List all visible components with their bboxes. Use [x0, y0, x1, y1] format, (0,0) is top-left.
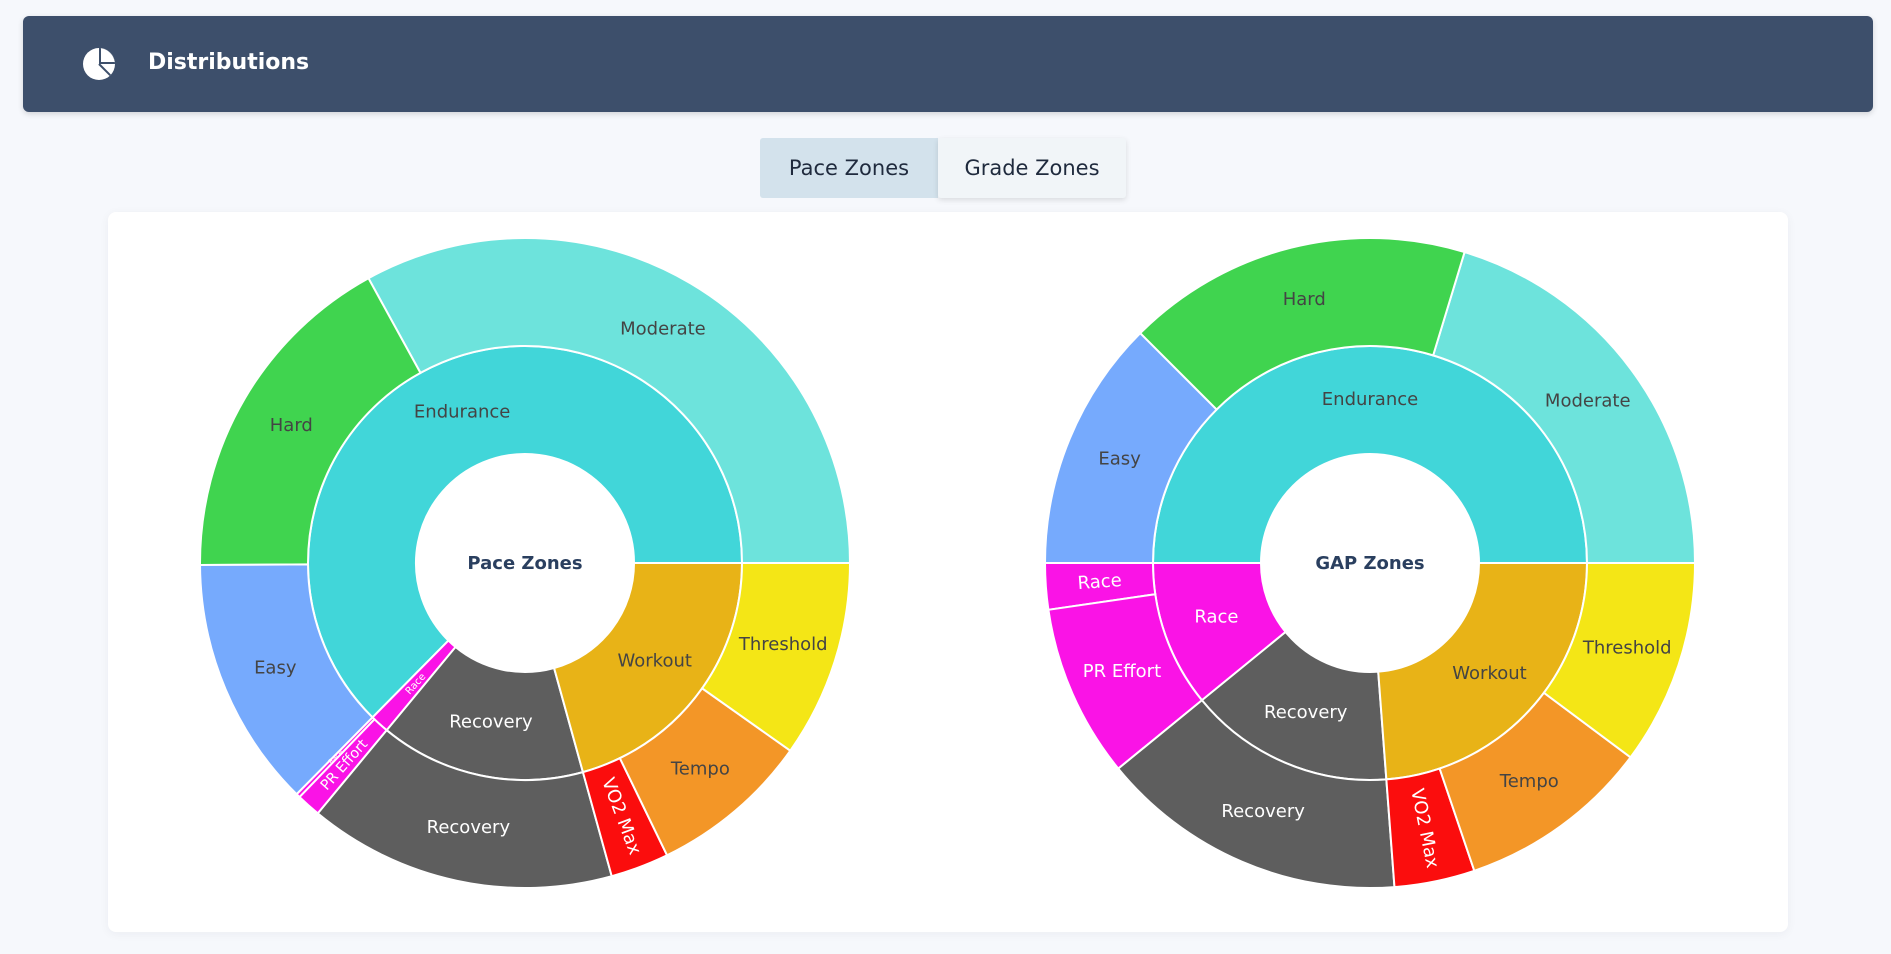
tab-pace-zones[interactable]: Pace Zones [760, 138, 938, 198]
sunburst-center-label: GAP Zones [1315, 553, 1424, 574]
sunburst-gap-zones: Endurance Race Recovery Workout Moderate Hard… [1043, 237, 1697, 889]
segment-label-workout: Workout [618, 651, 692, 672]
sunburst-charts: Endurance Race Recovery Workout Moderate Hard… [198, 237, 1697, 889]
segment-label-workout: Workout [1452, 663, 1526, 684]
segment-label-moderate: Moderate [620, 319, 706, 340]
segment-label-threshold: Threshold [738, 634, 828, 655]
segment-label-recovery: Recovery [449, 711, 533, 732]
segment-label-recovery: Recovery [1221, 801, 1305, 822]
segment-label-endurance: Endurance [414, 402, 510, 423]
page-header: Distributions [23, 16, 1873, 112]
segment-label-hard: Hard [270, 415, 313, 436]
segment-label-endurance: Endurance [1322, 389, 1418, 410]
segment-label-recovery: Recovery [427, 817, 511, 838]
pie-chart-icon [83, 48, 115, 80]
segment-label-pr-effort: PR Effort [1083, 661, 1161, 682]
tab-grade-zones[interactable]: Grade Zones [938, 138, 1126, 198]
segment-label-tempo: Tempo [670, 759, 730, 780]
segment-label-race: Race [1077, 570, 1123, 594]
page-title: Distributions [148, 50, 310, 75]
segment-label-race: Race [1194, 607, 1238, 628]
segment-label-easy: Easy [1098, 448, 1141, 469]
segment-label-easy: Easy [254, 657, 297, 678]
segment-label-moderate: Moderate [1545, 391, 1631, 412]
zone-tabs: Pace Zones Grade Zones [760, 138, 1126, 198]
segment-label-recovery: Recovery [1264, 702, 1348, 723]
segment-label-tempo: Tempo [1499, 771, 1559, 792]
chart-card: Endurance Race Recovery Workout Moderate Hard… [108, 212, 1788, 932]
segment-label-threshold: Threshold [1582, 637, 1672, 658]
sunburst-center-label: Pace Zones [467, 553, 582, 574]
sunburst-pace-zones: EnduranceRaceRecoveryWorkoutModerateHard… [198, 237, 852, 889]
segment-label-hard: Hard [1283, 289, 1326, 310]
